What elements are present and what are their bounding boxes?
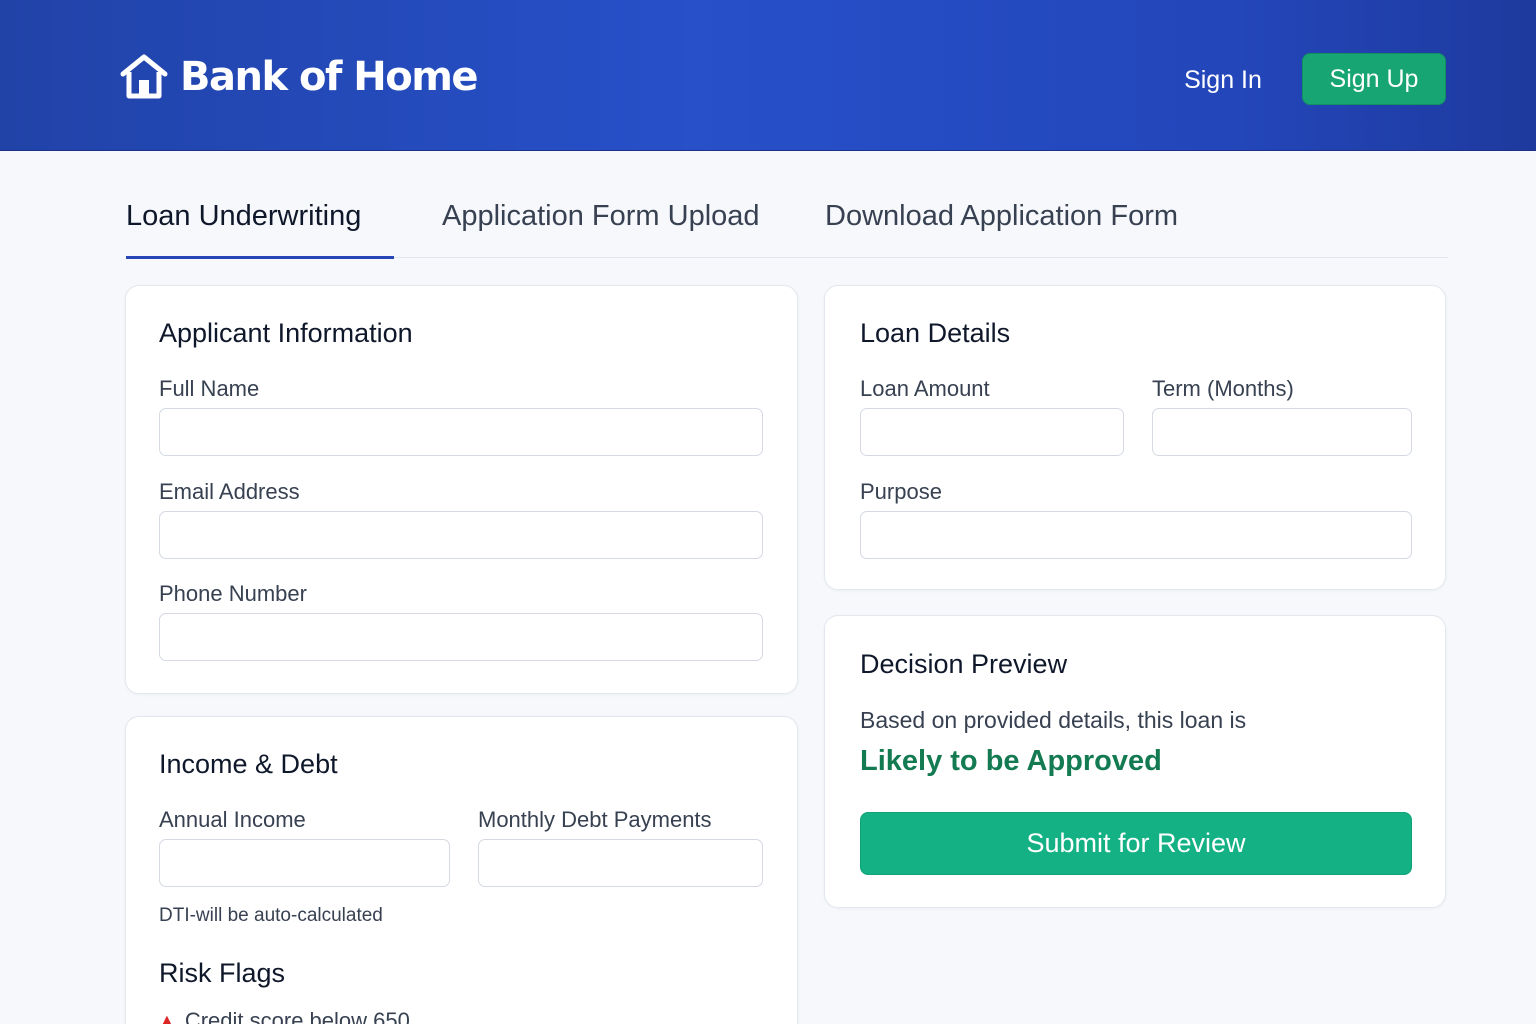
term-input[interactable]	[1152, 408, 1412, 456]
email-input[interactable]	[159, 511, 763, 559]
house-icon	[120, 54, 168, 99]
sign-in-link[interactable]: Sign In	[1170, 58, 1276, 102]
purpose-input[interactable]	[860, 511, 1412, 559]
phone-label: Phone Number	[159, 581, 307, 606]
brand-name: Bank of Home	[180, 54, 479, 100]
top-header: Bank of Home Sign In Sign Up	[0, 0, 1536, 151]
email-label: Email Address	[159, 479, 300, 504]
monthly-debt-label: Monthly Debt Payments	[478, 807, 712, 832]
sign-up-button[interactable]: Sign Up	[1302, 53, 1446, 105]
purpose-label: Purpose	[860, 479, 942, 504]
applicant-info-title: Applicant Information	[159, 318, 413, 348]
monthly-debt-input[interactable]	[478, 839, 763, 887]
dti-hint: DTI-will be auto-calculated	[159, 905, 383, 926]
annual-income-label: Annual Income	[159, 807, 306, 832]
warning-icon: ▲	[159, 1012, 175, 1024]
brand[interactable]: Bank of Home	[120, 54, 479, 100]
risk-flags-title: Risk Flags	[159, 958, 286, 988]
full-name-input[interactable]	[159, 408, 763, 456]
decision-preview-title: Decision Preview	[860, 649, 1068, 679]
term-label: Term (Months)	[1152, 376, 1294, 401]
loan-amount-input[interactable]	[860, 408, 1124, 456]
income-debt-title: Income & Debt	[159, 749, 338, 779]
tab-loan-underwriting[interactable]: Loan Underwriting	[126, 200, 361, 246]
active-tab-indicator	[126, 256, 394, 259]
risk-flag-text: Credit score below 650	[184, 1008, 410, 1024]
loan-details-title: Loan Details	[860, 318, 1011, 348]
risk-flag-item: ▲ Credit score below 650	[159, 1008, 410, 1024]
tab-download-application-form[interactable]: Download Application Form	[825, 200, 1178, 246]
annual-income-input[interactable]	[159, 839, 450, 887]
decision-description: Based on provided details, this loan is	[860, 707, 1247, 733]
phone-input[interactable]	[159, 613, 763, 661]
submit-for-review-button[interactable]: Submit for Review	[860, 812, 1412, 875]
full-name-label: Full Name	[159, 376, 260, 401]
tab-application-form-upload[interactable]: Application Form Upload	[442, 200, 760, 246]
loan-amount-label: Loan Amount	[860, 376, 990, 401]
decision-status: Likely to be Approved	[860, 745, 1162, 777]
